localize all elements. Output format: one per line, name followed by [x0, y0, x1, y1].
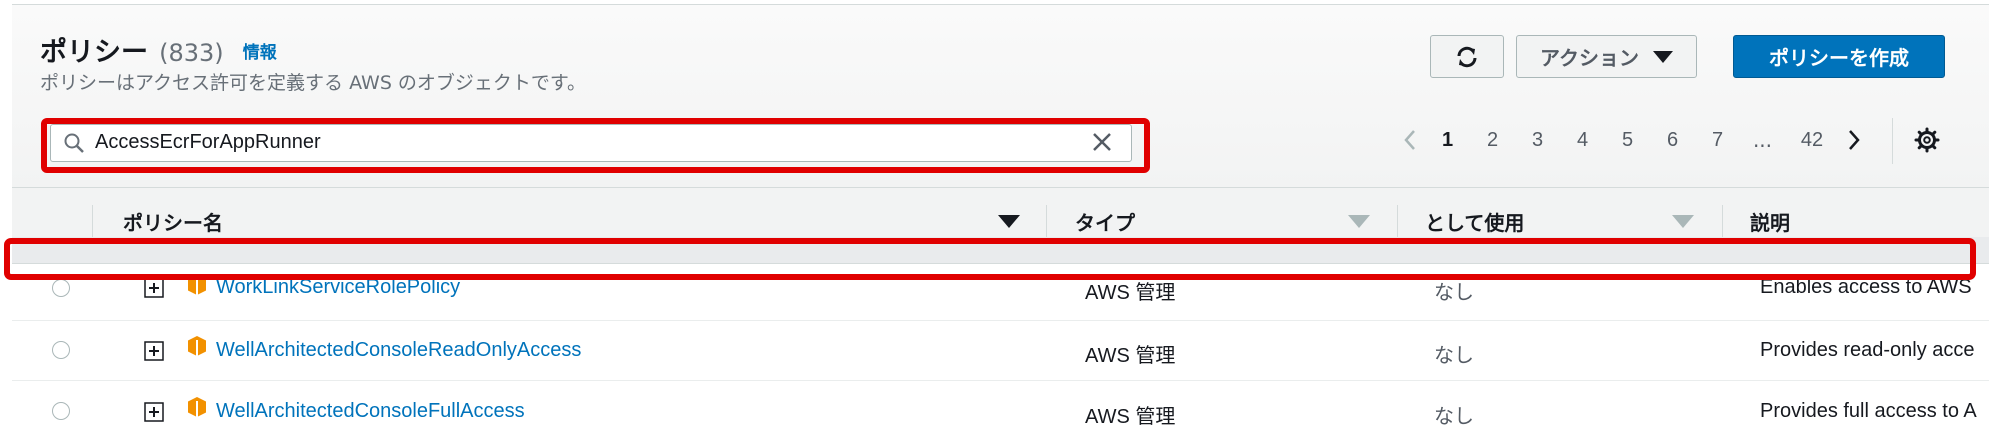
- column-separator: [1046, 205, 1047, 237]
- chevron-right-icon: [1849, 130, 1860, 150]
- policy-count: (833): [159, 39, 224, 67]
- page-ellipsis: ...: [1752, 128, 1773, 152]
- create-policy-button[interactable]: ポリシーを作成: [1733, 35, 1945, 78]
- create-policy-label: ポリシーを作成: [1769, 46, 1909, 70]
- page-title-row: ポリシー (833) 情報: [40, 30, 277, 69]
- policy-used-as: なし: [1434, 406, 1474, 428]
- chevron-left-icon: [1404, 130, 1415, 150]
- column-separator: [1722, 205, 1723, 237]
- row-radio[interactable]: [52, 341, 70, 359]
- sort-icon[interactable]: [1672, 215, 1694, 228]
- policy-used-as: なし: [1434, 282, 1474, 304]
- policy-name-link[interactable]: WellArchitectedConsoleFullAccess: [216, 400, 525, 423]
- policy-type: AWS 管理: [1085, 345, 1176, 367]
- page-description: ポリシーはアクセス許可を定義する AWS のオブジェクトです。: [40, 72, 587, 94]
- page-6-button[interactable]: 6: [1650, 129, 1695, 152]
- prev-page-button[interactable]: [1395, 128, 1425, 152]
- expand-icon[interactable]: [144, 341, 164, 361]
- policy-description: Provides read-only acce: [1760, 339, 1975, 361]
- pagination: 1 2 3 4 5 6 7 ... 42: [1395, 120, 1869, 160]
- pager-divider: [1892, 118, 1893, 164]
- page-7-button[interactable]: 7: [1695, 129, 1740, 152]
- row-radio[interactable]: [52, 402, 70, 420]
- column-separator: [92, 205, 93, 237]
- page-2-button[interactable]: 2: [1470, 129, 1515, 152]
- page-title: ポリシー: [40, 37, 148, 68]
- column-separator: [1397, 205, 1398, 237]
- next-page-button[interactable]: [1839, 128, 1869, 152]
- column-header-description[interactable]: 説明: [1750, 207, 1790, 236]
- expand-icon[interactable]: [144, 278, 164, 298]
- gear-icon[interactable]: [1914, 127, 1940, 153]
- policy-description: Provides full access to A: [1760, 400, 1977, 422]
- table-row[interactable]: WellArchitectedConsoleFullAccess AWS 管理 …: [12, 380, 1989, 440]
- refresh-icon: [1457, 46, 1477, 67]
- row-radio[interactable]: [52, 279, 70, 297]
- page-5-button[interactable]: 5: [1605, 129, 1650, 152]
- refresh-button[interactable]: [1430, 35, 1504, 78]
- page-last-button[interactable]: 42: [1785, 129, 1839, 152]
- sort-descending-icon[interactable]: [998, 215, 1020, 228]
- row-highlight-box: [4, 238, 1976, 280]
- aws-managed-policy-icon: [188, 397, 206, 417]
- expand-icon[interactable]: [144, 402, 164, 422]
- actions-dropdown-button[interactable]: アクション: [1516, 35, 1697, 78]
- info-link[interactable]: 情報: [243, 43, 277, 63]
- table-row[interactable]: WellArchitectedConsoleReadOnlyAccess AWS…: [12, 320, 1989, 380]
- column-header-policy-name[interactable]: ポリシー名: [123, 207, 223, 236]
- page-3-button[interactable]: 3: [1515, 129, 1560, 152]
- page-1-button[interactable]: 1: [1425, 129, 1470, 152]
- sort-icon[interactable]: [1348, 215, 1370, 228]
- policy-type: AWS 管理: [1085, 406, 1176, 428]
- caret-down-icon: [1653, 50, 1673, 63]
- policy-type: AWS 管理: [1085, 282, 1176, 304]
- table-header-row: [12, 187, 1989, 238]
- policy-name-link[interactable]: WellArchitectedConsoleReadOnlyAccess: [216, 339, 581, 362]
- policy-used-as: なし: [1434, 345, 1474, 367]
- actions-label: アクション: [1540, 46, 1639, 70]
- search-highlight-box: [41, 118, 1150, 173]
- aws-managed-policy-icon: [188, 336, 206, 356]
- page-4-button[interactable]: 4: [1560, 129, 1605, 152]
- column-header-type[interactable]: タイプ: [1075, 207, 1135, 236]
- column-header-used-as[interactable]: として使用: [1425, 207, 1524, 236]
